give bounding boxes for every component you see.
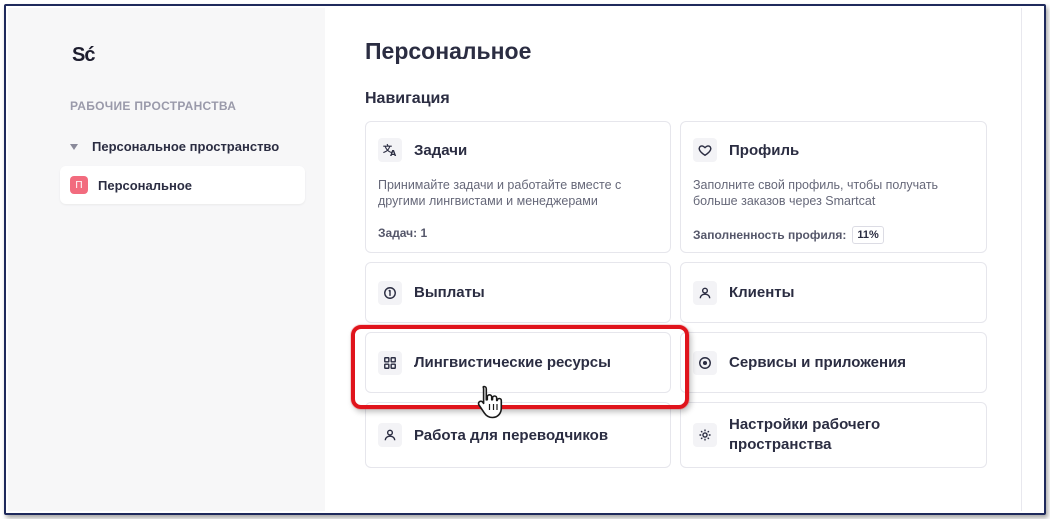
- workspace-badge: П: [70, 176, 88, 194]
- sidebar-item-personal[interactable]: П Персональное: [60, 166, 305, 204]
- workspace-group-personal[interactable]: Персональное пространство: [70, 139, 279, 154]
- card-profile[interactable]: Профиль Заполните свой профиль, чтобы по…: [680, 121, 987, 253]
- card-services-apps[interactable]: Сервисы и приложения: [680, 332, 987, 393]
- card-tasks[interactable]: 文A Задачи Принимайте задачи и работайте …: [365, 121, 671, 253]
- tasks-count: Задач: 1: [378, 226, 428, 240]
- card-title: Лингвистические ресурсы: [414, 354, 611, 371]
- card-title: Выплаты: [414, 284, 485, 301]
- gear-icon: [693, 423, 717, 447]
- card-title: Сервисы и приложения: [729, 354, 907, 371]
- workspace-group-label: Персональное пространство: [92, 139, 280, 154]
- card-payouts[interactable]: Выплаты: [365, 262, 671, 323]
- card-description: Заполните свой профиль, чтобы получать б…: [693, 178, 939, 208]
- card-workspace-settings[interactable]: Настройки рабочего пространства: [680, 402, 987, 468]
- main-content: Персональное Навигация 文A Задачи Принима…: [325, 8, 1042, 511]
- profile-completeness-label: Заполненность профиля:: [693, 228, 847, 242]
- screenshot-frame: Sć РАБОЧИЕ ПРОСТРАНСТВА Персональное про…: [4, 4, 1046, 515]
- grid-icon: [378, 350, 402, 375]
- content-edge-divider: [1021, 8, 1022, 511]
- profile-completeness-value: 11%: [852, 226, 884, 244]
- heart-icon: [693, 138, 717, 162]
- target-icon: [693, 350, 717, 375]
- coin-icon: [378, 280, 402, 305]
- card-clients[interactable]: Клиенты: [680, 262, 987, 323]
- sidebar-item-label: Персональное: [98, 177, 193, 193]
- hand-cursor-icon: [477, 385, 503, 419]
- triangle-down-icon: [70, 143, 78, 150]
- sidebar: Sć РАБОЧИЕ ПРОСТРАНСТВА Персональное про…: [8, 8, 325, 511]
- smartcat-logo[interactable]: Sć: [72, 44, 95, 67]
- card-translator-jobs[interactable]: Работа для переводчиков: [365, 402, 671, 468]
- person-icon: [378, 423, 402, 447]
- page-title: Персональное: [365, 38, 532, 64]
- card-description: Принимайте задачи и работайте вместе с д…: [378, 178, 622, 208]
- card-title: Клиенты: [729, 284, 795, 301]
- translate-icon: 文A: [378, 138, 402, 162]
- card-title: Работа для переводчиков: [414, 426, 609, 444]
- card-title: Настройки рабочего пространства: [729, 416, 881, 453]
- svg-text:A: A: [390, 149, 397, 157]
- card-title: Профиль: [729, 141, 800, 159]
- card-linguistic-resources[interactable]: Лингвистические ресурсы: [365, 332, 671, 393]
- card-title: Задачи: [414, 141, 468, 159]
- person-icon: [693, 280, 717, 305]
- navigation-heading: Навигация: [365, 90, 450, 107]
- workspaces-section-title: РАБОЧИЕ ПРОСТРАНСТВА: [70, 99, 237, 113]
